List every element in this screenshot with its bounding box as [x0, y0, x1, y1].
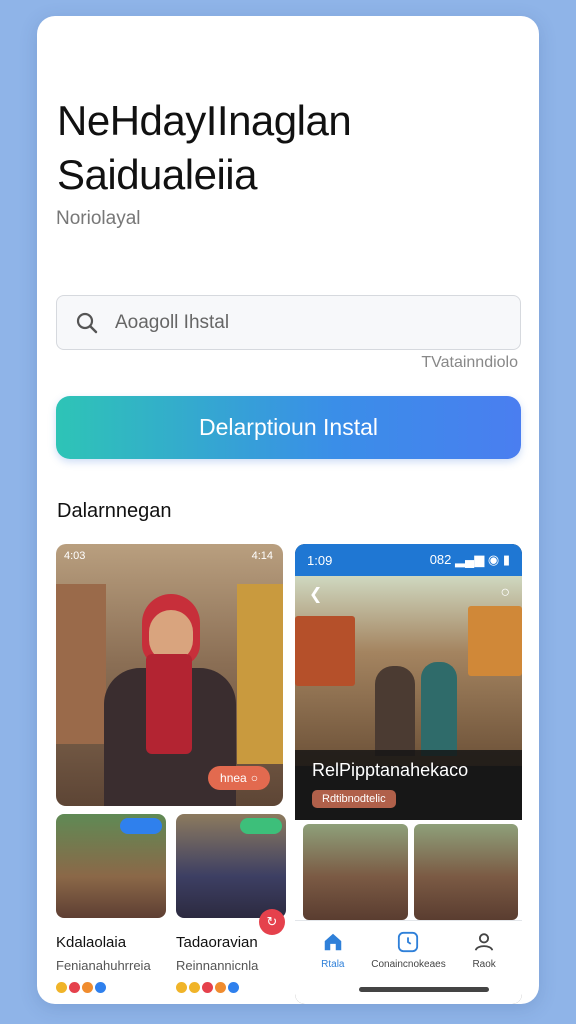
photo-status-time: 4:03: [64, 550, 86, 562]
search-input[interactable]: [115, 311, 495, 334]
favorite-icon[interactable]: ○: [500, 584, 510, 602]
nav-item-home[interactable]: Rtala: [298, 931, 368, 1004]
market-stall-right: [237, 584, 283, 764]
section-title: Dalarnnegan: [57, 500, 172, 522]
phone-status-value: 082: [429, 552, 452, 567]
home-indicator: [359, 987, 489, 992]
card-reactions-1: [56, 982, 106, 993]
nav-label-home: Rtala: [321, 959, 345, 970]
person-icon: [474, 933, 494, 951]
wifi-icon: ◉: [487, 552, 500, 567]
thumbnail-1[interactable]: [303, 824, 408, 920]
market-stall-left: [56, 584, 106, 744]
phone-status-bar: 1:09 082 ▂▄▆ ◉ ▮: [295, 544, 522, 576]
tag-icon: ○: [250, 771, 258, 785]
card-thumb-1[interactable]: [56, 814, 166, 918]
app-screen: NeHdayIInaglan Saidualeiia Noriolayal TV…: [37, 16, 539, 1004]
thumbnail-strip: [295, 820, 522, 920]
search-hint: TVatainndiolo: [421, 354, 518, 371]
refresh-button[interactable]: ↻: [259, 909, 285, 935]
card-badge-2: [240, 818, 282, 834]
search-bar[interactable]: [56, 295, 521, 350]
detail-overlay: RelPipptanahekaco Rdtibnodtelic: [295, 750, 522, 820]
nav-label-profile: Raok: [472, 959, 496, 970]
page-title: NeHdayIInaglan Saidualeiia: [57, 94, 517, 202]
phone-status-right: 082 ▂▄▆ ◉ ▮: [430, 552, 510, 568]
featured-photo-card[interactable]: 4:03 4:14 hnea ○: [56, 544, 283, 806]
clock-icon: [398, 931, 419, 953]
title-line-1: NeHdayIInaglan: [57, 97, 352, 144]
back-arrow-icon[interactable]: ❮: [309, 584, 322, 604]
thumbnail-2[interactable]: [413, 824, 518, 920]
card-thumb-2[interactable]: [176, 814, 286, 918]
card-subtitle-1: Fenianahuhrreia: [56, 958, 151, 973]
nav-item-profile[interactable]: Raok: [449, 931, 519, 1004]
phone-mockup: 1:09 082 ▂▄▆ ◉ ▮ ❮ ○ RelPipptanahekaco R…: [295, 544, 522, 1004]
photo-status-bar: 4:03 4:14: [64, 550, 273, 566]
home-icon: [324, 933, 342, 951]
phone-time: 1:09: [307, 552, 333, 568]
card-title-2: Tadaoravian: [176, 934, 258, 951]
photo-status-right: 4:14: [251, 550, 273, 562]
featured-tag-label: hnea: [220, 771, 247, 785]
install-button[interactable]: Delarptioun Instal: [56, 396, 521, 459]
nav-item-history[interactable]: Conaincnokeaes: [371, 931, 446, 1004]
search-icon: [76, 312, 98, 333]
overlay-title: RelPipptanahekaco: [312, 760, 469, 780]
nav-label-history: Conaincnokeaes: [371, 959, 446, 970]
card-badge-1: [120, 818, 162, 834]
market-scene-image: [295, 576, 522, 766]
card-subtitle-2: Reinnannicnla: [176, 958, 259, 973]
refresh-icon: ↻: [266, 914, 278, 929]
featured-tag-chip[interactable]: hnea ○: [208, 766, 270, 790]
title-line-2: Saidualeiia: [57, 151, 258, 198]
page-subtitle: Noriolayal: [56, 208, 141, 229]
card-title-1: Kdalaolaia: [56, 934, 127, 951]
overlay-chip[interactable]: Rdtibnodtelic: [312, 790, 396, 808]
signal-icon: ▂▄▆: [455, 552, 485, 567]
battery-icon: ▮: [502, 552, 510, 567]
card-reactions-2: [176, 982, 239, 993]
